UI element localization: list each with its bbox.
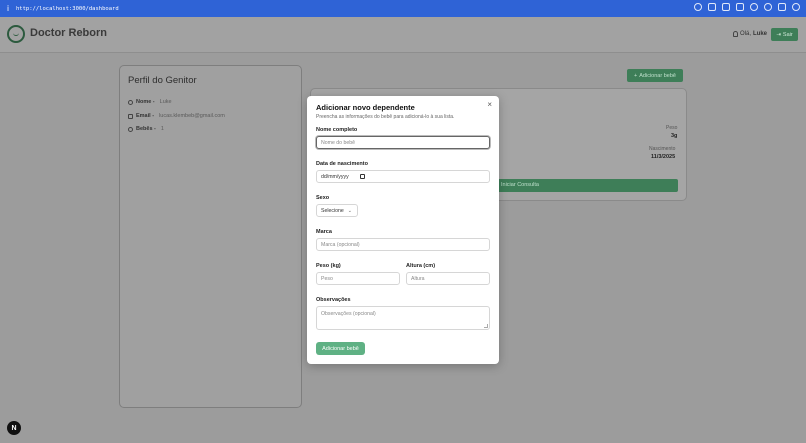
dev-tools-badge[interactable]: N [7,421,21,435]
close-icon[interactable]: × [487,100,492,109]
brand-name[interactable]: Doctor Reborn [30,27,107,39]
profile-title: Perfil do Genitor [128,75,197,86]
app-header: Doctor Reborn Olá, Luke ⇥ Sair [0,17,806,53]
height-placeholder: Altura [411,275,425,282]
plus-icon: + [634,72,638,79]
add-baby-button[interactable]: + Adicionar bebê [627,69,683,82]
birth-date-input[interactable]: dd/mm/yyyy [316,170,490,183]
profile-email-row: Email - lucas.klembeb@gmail.com [128,113,225,119]
notes-textarea[interactable]: Observações (opcional) [316,306,490,330]
brand-placeholder: Marca (opcional) [321,241,360,248]
browser-toolbar: i http://localhost:3000/dashboard [0,0,806,17]
birth-label: Nascimento [649,146,676,152]
add-baby-label: Adicionar bebê [639,72,676,79]
babies-value: 1 [160,126,164,132]
modal-title: Adicionar novo dependente [316,103,415,112]
birth-value: 11/3/2025 [651,154,676,160]
weight-input[interactable]: Peso [316,272,400,285]
parent-profile-card: Perfil do Genitor Nome - Luke Email - lu… [119,65,302,408]
height-input[interactable]: Altura [406,272,490,285]
resize-handle-icon[interactable] [484,324,488,328]
logout-button[interactable]: ⇥ Sair [771,28,798,41]
user-icon [733,31,738,37]
weight-label: Peso [666,125,678,131]
weight-value: 3g [671,133,678,139]
submit-add-baby-button[interactable]: Adicionar bebê [316,342,365,355]
birth-date-label: Data de nascimento [316,161,368,167]
height-field-label: Altura (cm) [406,263,436,269]
extension-icon[interactable] [764,3,772,11]
mail-icon [128,113,133,119]
profile-name-row: Nome - Luke [128,99,172,105]
notes-label: Observações [316,297,351,303]
email-value: lucas.klembeb@gmail.com [159,113,225,119]
address-bar-url[interactable]: http://localhost:3000/dashboard [16,6,119,12]
brand-input[interactable]: Marca (opcional) [316,238,490,251]
add-dependent-modal: × Adicionar novo dependente Preencha as … [307,96,499,364]
tabs-icon[interactable] [778,3,786,11]
user-icon [128,99,133,105]
profile-icon[interactable] [792,3,800,11]
logout-icon: ⇥ [776,31,781,38]
babies-label: Bebês - [136,126,156,132]
sex-selected: Selecione [321,207,344,214]
name-value: Luke [159,99,172,105]
modal-description: Preencha as informações do bebê para adi… [316,114,455,120]
sex-label: Sexo [316,195,330,201]
name-label: Nome - [136,99,155,105]
gear-icon[interactable] [750,3,758,11]
profile-babies-row: Bebês - 1 [128,126,164,132]
info-icon[interactable]: i [0,4,16,13]
notes-placeholder: Observações (opcional) [321,311,376,317]
brand-label: Marca [316,229,332,235]
start-consultation-label: Iniciar Consulta [501,182,539,188]
birth-date-value: dd/mm/yyyy [321,173,349,180]
logout-label: Sair [782,31,793,38]
window-icon[interactable] [736,3,744,11]
chevron-down-icon: ⌄ [347,207,352,214]
sex-select[interactable]: Selecione ⌄ [316,204,358,217]
screen-icon[interactable] [708,3,716,11]
logo-icon[interactable] [7,25,25,43]
full-name-placeholder: Nome do bebê [321,139,356,146]
baby-icon [128,126,133,132]
browser-extension-icons [694,3,800,11]
user-name: Luke [753,31,768,37]
weight-field-label: Peso (kg) [316,263,341,269]
user-greeting: Olá, Luke [733,31,767,37]
full-name-input[interactable]: Nome do bebê [316,136,490,149]
full-name-label: Nome completo [316,127,358,133]
link-icon[interactable] [694,3,702,11]
weight-placeholder: Peso [321,275,333,282]
camera-icon[interactable] [722,3,730,11]
calendar-icon[interactable] [360,174,365,179]
email-label: Email - [136,113,155,119]
start-consultation-button[interactable]: Iniciar Consulta [471,179,678,192]
greeting-prefix: Olá, [740,31,752,37]
